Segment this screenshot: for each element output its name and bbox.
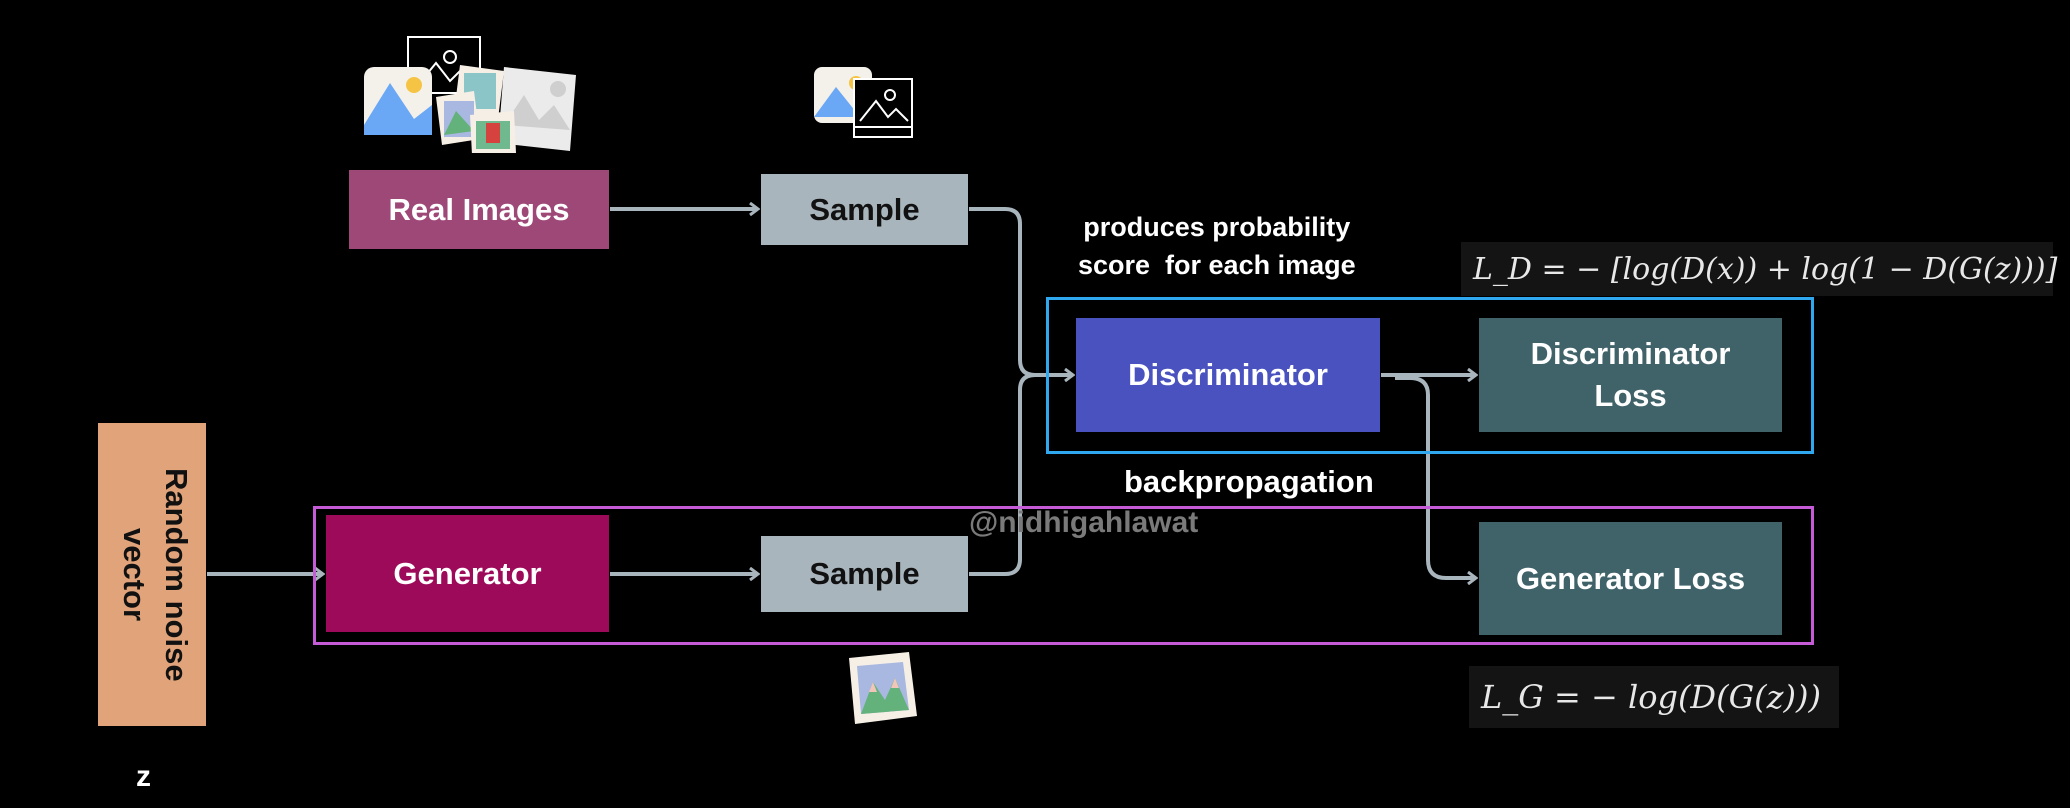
z-label: z: [136, 760, 151, 793]
real-images-node: Real Images: [349, 170, 609, 249]
probability-annotation: produces probability score for each imag…: [1078, 208, 1356, 284]
backpropagation-label: backpropagation: [1124, 464, 1374, 499]
sample-fake-node: Sample: [761, 536, 968, 612]
generator-node: Generator: [326, 515, 609, 632]
watermark: @nidhigahlawat: [969, 506, 1199, 539]
generator-loss-node: Generator Loss: [1479, 522, 1782, 635]
discriminator-node: Discriminator: [1076, 318, 1380, 432]
probability-line-1: produces probability: [1083, 212, 1351, 242]
discriminator-loss-node: Discriminator Loss: [1479, 318, 1782, 432]
generated-image-icon: [849, 652, 917, 724]
image-stack-icon: [364, 36, 576, 153]
random-noise-label: Random noise vector: [117, 467, 194, 682]
sample-real-node: Sample: [761, 174, 968, 245]
probability-line-2: score for each image: [1078, 250, 1356, 280]
discriminator-loss-formula: L_D = − [log(D(x)) + log(1 − D(G(z)))]: [1461, 242, 2057, 296]
generator-loss-formula: L_G = − log(D(G(z))): [1469, 666, 1839, 728]
random-noise-node: Random noise vector: [98, 423, 206, 726]
image-pair-icon: [814, 67, 913, 138]
